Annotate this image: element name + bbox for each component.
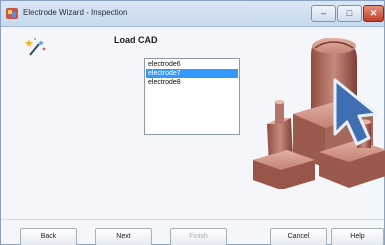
close-button[interactable]: ✕ [363, 5, 384, 22]
back-button[interactable]: Back [20, 228, 77, 245]
magic-wand-icon [25, 38, 46, 56]
finish-button[interactable]: Finish [170, 228, 227, 245]
list-item-selected[interactable]: electrode7 [146, 69, 238, 78]
window-title: Electrode Wizard - Inspection [23, 8, 128, 17]
maximize-button[interactable]: □ [337, 5, 362, 22]
maximize-icon: □ [346, 8, 353, 18]
list-item[interactable]: electrode6 [146, 60, 238, 69]
minimize-button[interactable]: – [311, 5, 336, 22]
close-icon: ✕ [369, 8, 378, 18]
minimize-icon: – [320, 8, 326, 18]
list-item[interactable]: electrode8 [146, 78, 238, 87]
next-button[interactable]: Next [95, 228, 152, 245]
electrode-model-illustration [253, 38, 385, 189]
title-bar[interactable]: Electrode Wizard - Inspection – □ ✕ [1, 1, 384, 27]
help-button[interactable]: Help [331, 228, 384, 245]
page-title: Load CAD [114, 35, 158, 45]
cancel-button[interactable]: Cancel [270, 228, 327, 245]
cad-file-list[interactable]: electrode6 electrode7 electrode8 [144, 58, 240, 135]
app-icon [6, 8, 18, 19]
wizard-window: Electrode Wizard - Inspection – □ ✕ Load… [0, 0, 385, 245]
button-bar-divider [1, 219, 384, 220]
